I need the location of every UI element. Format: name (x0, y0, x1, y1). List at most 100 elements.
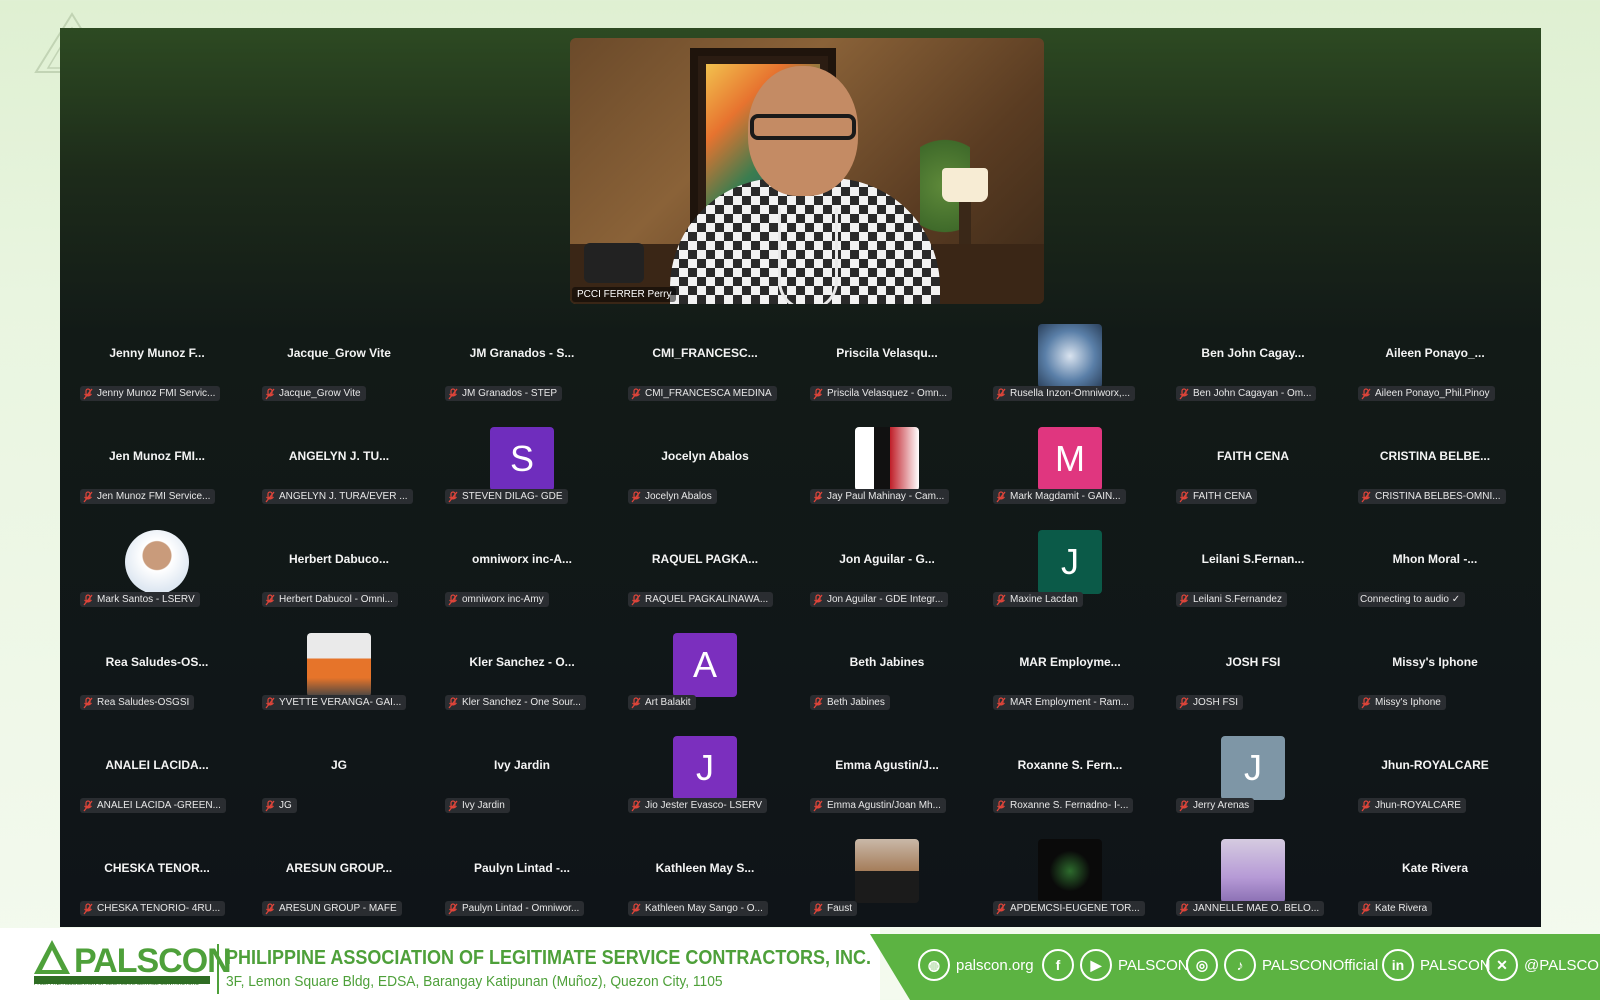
muted-mic-icon (996, 387, 1006, 399)
participant-tile[interactable]: Jenny Munoz F... Jenny Munoz FMI Servic..… (80, 324, 234, 420)
participant-tile[interactable]: Rea Saludes-OS... Rea Saludes-OSGSI (80, 633, 234, 729)
participant-label: Beth Jabines (810, 695, 890, 710)
participant-tile[interactable]: Missy's Iphone Missy's Iphone (1358, 633, 1512, 729)
participant-name: JOSH FSI (1225, 655, 1281, 669)
muted-mic-icon (996, 593, 1006, 605)
muted-mic-icon (448, 799, 458, 811)
participant-tile[interactable]: Kathleen May S... Kathleen May Sango - O.… (628, 839, 782, 927)
participant-name: JM Granados - S... (469, 346, 575, 360)
participant-tile[interactable]: ARESUN GROUP... ARESUN GROUP - MAFE (262, 839, 416, 927)
linkedin-link[interactable]: in PALSCON (1382, 948, 1491, 982)
participant-name: ARESUN GROUP... (285, 861, 393, 875)
participant-label: Art Balakit (628, 695, 696, 710)
participant-tile[interactable]: YVETTE VERANGA- GAI... (262, 633, 416, 729)
participant-name: Missy's Iphone (1392, 655, 1478, 669)
participant-tile[interactable]: A Art Balakit (628, 633, 782, 729)
participant-tile[interactable]: MAR Employme... MAR Employment - Ram... (993, 633, 1147, 729)
participant-tile[interactable]: JANNELLE MAE O. BELO... (1176, 839, 1330, 927)
participant-tile[interactable]: Jhun-ROYALCARE Jhun-ROYALCARE (1358, 736, 1512, 832)
participant-label-text: Jacque_Grow Vite (279, 388, 361, 399)
x-icon: ✕ (1486, 949, 1518, 981)
muted-mic-icon (631, 696, 641, 708)
participant-label-text: Ivy Jardin (462, 800, 505, 811)
muted-mic-icon (448, 902, 458, 914)
participant-label: Aileen Ponayo_Phil.Pinoy (1358, 386, 1495, 401)
participant-photo (855, 427, 919, 491)
participant-tile[interactable]: J Maxine Lacdan (993, 530, 1147, 626)
participant-tile[interactable]: Emma Agustin/J... Emma Agustin/Joan Mh... (810, 736, 964, 832)
meeting-gallery: PCCI FERRER Perry Jenny Munoz F... Jenny … (60, 28, 1541, 927)
participant-tile[interactable]: omniworx inc-A... omniworx inc-Amy (445, 530, 599, 626)
muted-mic-icon (1361, 902, 1371, 914)
participant-label: Maxine Lacdan (993, 592, 1083, 607)
participant-tile[interactable]: Herbert Dabuco... Herbert Dabucol - Omni.… (262, 530, 416, 626)
participant-name: Leilani S.Fernan... (1201, 552, 1305, 566)
participant-label: Ben John Cagayan - Om... (1176, 386, 1317, 401)
participant-tile[interactable]: JM Granados - S... JM Granados - STEP (445, 324, 599, 420)
participant-tile[interactable]: RAQUEL PAGKA... RAQUEL PAGKALINAWA... (628, 530, 782, 626)
participant-label-text: Jen Munoz FMI Service... (97, 491, 211, 502)
linkedin-icon: in (1382, 949, 1414, 981)
participant-label-text: Priscila Velasquez - Omn... (827, 388, 948, 399)
participant-tile[interactable]: CRISTINA BELBE... CRISTINA BELBES-OMNI... (1358, 427, 1512, 523)
participant-tile[interactable]: Jen Munoz FMI... Jen Munoz FMI Service... (80, 427, 234, 523)
participant-tile[interactable]: Priscila Velasqu... Priscila Velasquez - … (810, 324, 964, 420)
participant-tile[interactable]: CMI_FRANCESC... CMI_FRANCESCA MEDINA (628, 324, 782, 420)
muted-mic-icon (448, 593, 458, 605)
participant-tile[interactable]: Kate Rivera Kate Rivera (1358, 839, 1512, 927)
facebook-youtube-link[interactable]: f ▶ PALSCON (1042, 948, 1189, 982)
x-link[interactable]: ✕ @PALSCONI (1486, 948, 1600, 982)
instagram-tiktok-link[interactable]: ◎ ♪ PALSCONOfficial (1186, 948, 1378, 982)
muted-mic-icon (265, 799, 275, 811)
participant-tile[interactable]: Beth Jabines Beth Jabines (810, 633, 964, 729)
participant-tile[interactable]: CHESKA TENOR... CHESKA TENORIO- 4RU... (80, 839, 234, 927)
participant-tile[interactable]: Kler Sanchez - O... Kler Sanchez - One So… (445, 633, 599, 729)
muted-mic-icon (813, 490, 823, 502)
participant-name: Paulyn Lintad -... (473, 861, 570, 875)
participant-tile[interactable]: FAITH CENA FAITH CENA (1176, 427, 1330, 523)
participant-label-text: Faust (827, 903, 853, 914)
website-link[interactable]: ◍ palscon.org (918, 948, 1034, 982)
participant-name: CHESKA TENOR... (104, 861, 210, 875)
participant-tile[interactable]: Ben John Cagay... Ben John Cagayan - Om..… (1176, 324, 1330, 420)
instagram-tiktok-text: PALSCONOfficial (1262, 956, 1379, 974)
muted-mic-icon (1179, 593, 1189, 605)
participant-tile[interactable]: Mark Santos - LSERV (80, 530, 234, 626)
participant-tile[interactable]: Faust (810, 839, 964, 927)
muted-mic-icon (1361, 490, 1371, 502)
participant-tile[interactable]: JG JG (262, 736, 416, 832)
muted-mic-icon (813, 799, 823, 811)
participant-tile[interactable]: J Jerry Arenas (1176, 736, 1330, 832)
participant-tile[interactable]: M Mark Magdamit - GAIN... (993, 427, 1147, 523)
muted-mic-icon (631, 799, 641, 811)
participant-tile[interactable]: Leilani S.Fernan... Leilani S.Fernandez (1176, 530, 1330, 626)
organization-address: 3F, Lemon Square Bldg, EDSA, Barangay Ka… (226, 973, 723, 990)
muted-mic-icon (1179, 387, 1189, 399)
muted-mic-icon (631, 490, 641, 502)
participant-tile[interactable]: Ivy Jardin Ivy Jardin (445, 736, 599, 832)
participant-tile[interactable]: Aileen Ponayo_... Aileen Ponayo_Phil.Pino… (1358, 324, 1512, 420)
participant-tile[interactable]: ANGELYN J. TU... ANGELYN J. TURA/EVER ... (262, 427, 416, 523)
muted-mic-icon (1361, 799, 1371, 811)
participant-tile[interactable]: Rusella Inzon-Omniworx,... (993, 324, 1147, 420)
muted-mic-icon (265, 902, 275, 914)
participant-tile[interactable]: Roxanne S. Fern... Roxanne S. Fernadno- I… (993, 736, 1147, 832)
participant-tile[interactable]: JOSH FSI JOSH FSI (1176, 633, 1330, 729)
participant-tile[interactable]: Jay Paul Mahinay - Cam... (810, 427, 964, 523)
participant-tile[interactable]: Mhon Moral -... Connecting to audio ✓ (1358, 530, 1512, 626)
participant-tile[interactable]: J Jio Jester Evasco- LSERV (628, 736, 782, 832)
participant-tile[interactable]: APDEMCSI-EUGENE TOR... (993, 839, 1147, 927)
participant-tile[interactable]: Jacque_Grow Vite Jacque_Grow Vite (262, 324, 416, 420)
participant-tile[interactable]: Paulyn Lintad -... Paulyn Lintad - Omniwo… (445, 839, 599, 927)
participant-tile[interactable]: Jocelyn Abalos Jocelyn Abalos (628, 427, 782, 523)
active-speaker-video[interactable]: PCCI FERRER Perry (570, 38, 1044, 304)
participant-tile[interactable]: Jon Aguilar - G... Jon Aguilar - GDE Inte… (810, 530, 964, 626)
participant-tile[interactable]: ANALEI LACIDA... ANALEI LACIDA -GREEN... (80, 736, 234, 832)
participant-name: Ben John Cagay... (1201, 346, 1305, 360)
participant-label-text: Jenny Munoz FMI Servic... (97, 388, 216, 399)
participant-name: Priscila Velasqu... (836, 346, 938, 360)
participant-tile[interactable]: S STEVEN DILAG- GDE (445, 427, 599, 523)
participant-label-text: APDEMCSI-EUGENE TOR... (1010, 903, 1140, 914)
participant-label-text: Connecting to audio ✓ (1360, 594, 1461, 605)
muted-mic-icon (265, 387, 275, 399)
